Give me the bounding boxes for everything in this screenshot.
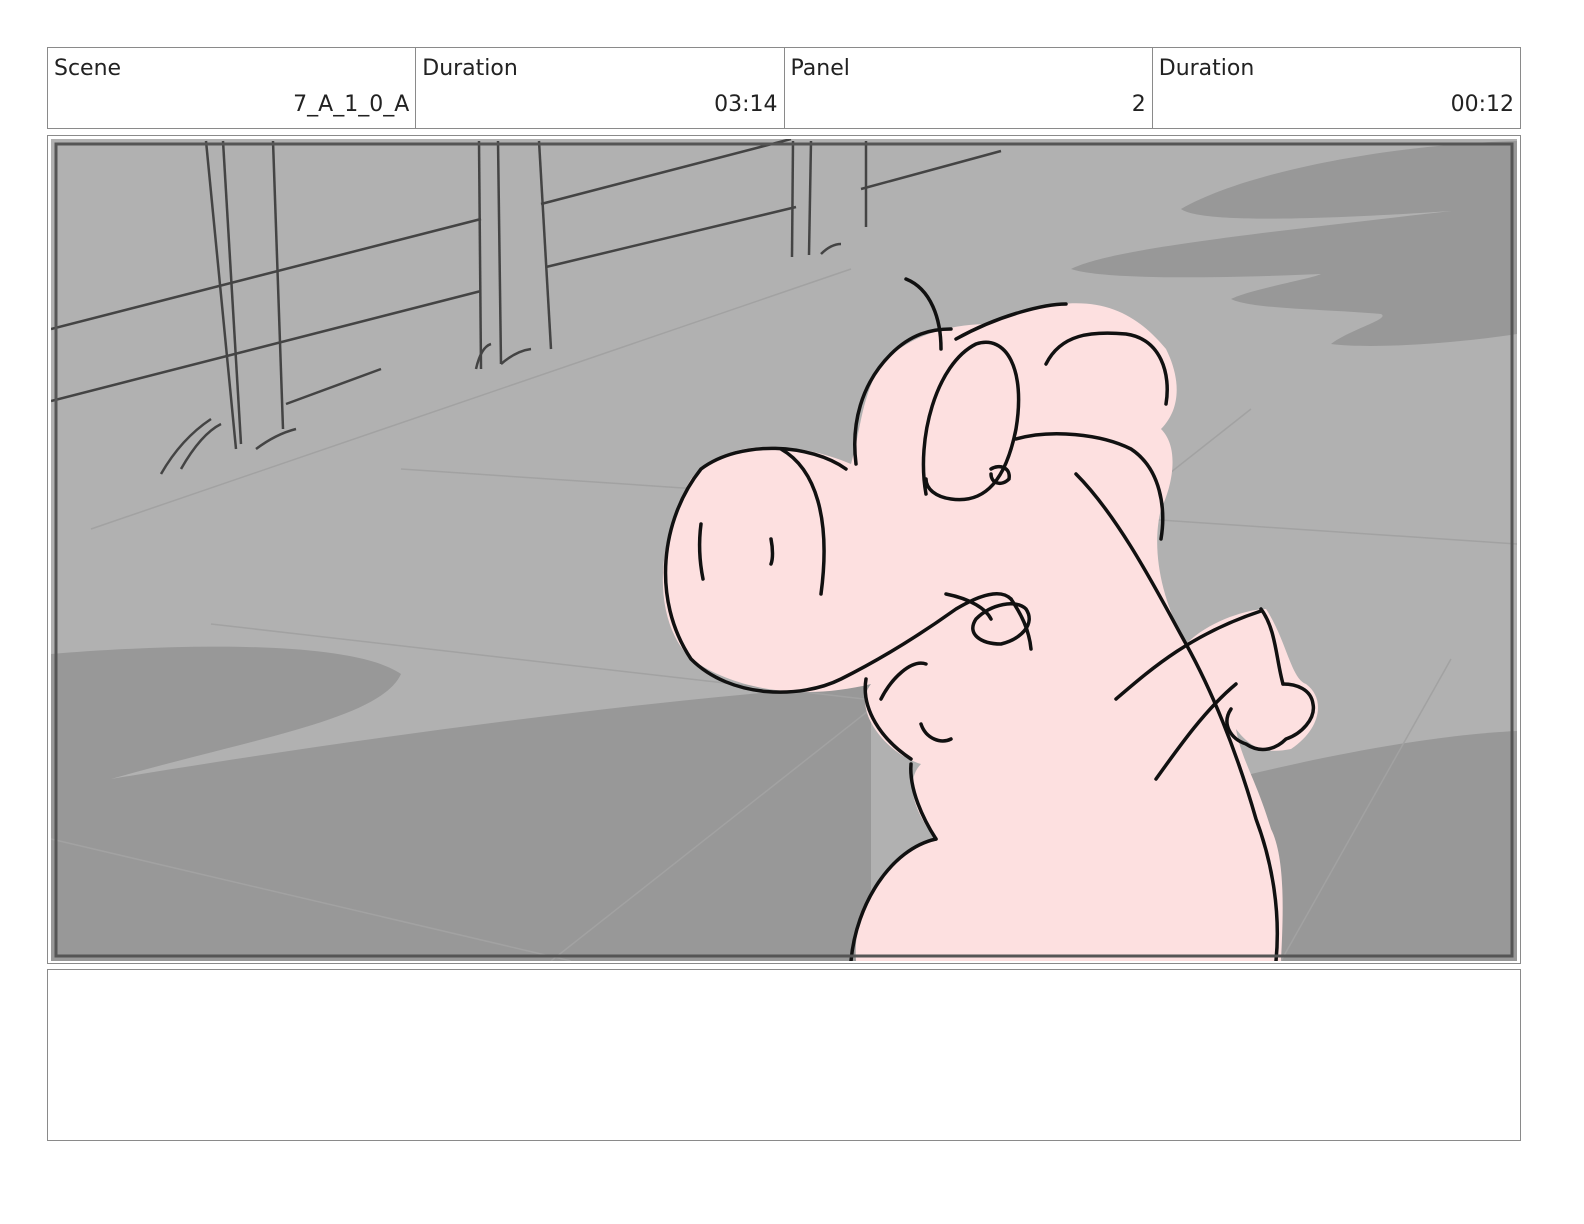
panel-duration-label: Duration <box>1158 56 1255 81</box>
panel-duration-cell: Duration 00:12 <box>1153 48 1520 128</box>
scene-duration-value: 03:14 <box>714 92 778 117</box>
scene-label: Scene <box>54 56 122 81</box>
scene-duration-label: Duration <box>422 56 518 81</box>
panel-cell: Panel 2 <box>785 48 1153 128</box>
storyboard-panel-frame <box>47 135 1521 964</box>
panel-duration-value: 00:12 <box>1450 92 1514 117</box>
scene-duration-cell: Duration 03:14 <box>416 48 785 128</box>
panel-label: Panel <box>790 56 850 81</box>
panel-notes-box[interactable] <box>47 969 1521 1141</box>
panel-value: 2 <box>1131 92 1146 117</box>
scene-value: 7_A_1_0_A <box>293 92 410 117</box>
scene-cell: Scene 7_A_1_0_A <box>48 48 417 128</box>
storyboard-panel-image <box>51 139 1517 961</box>
panel-info-header: Scene 7_A_1_0_A Duration 03:14 Panel 2 D… <box>47 47 1521 129</box>
